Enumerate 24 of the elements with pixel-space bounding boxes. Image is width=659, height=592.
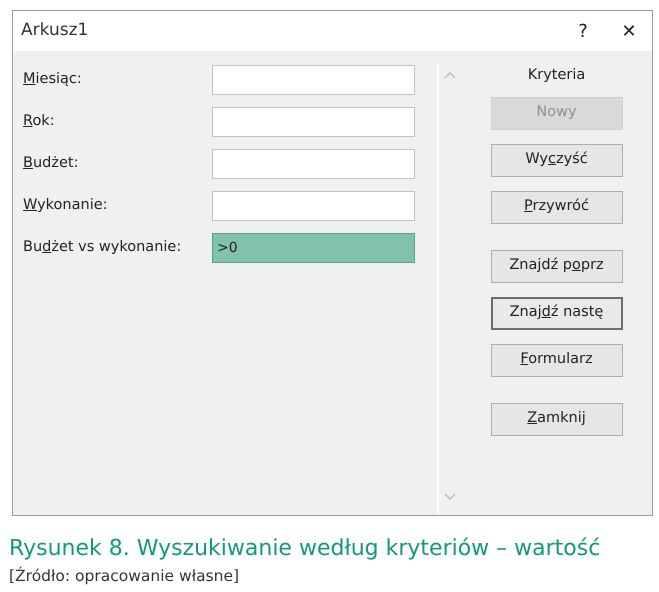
field-label: Budżet: [23, 154, 80, 174]
dialog-button[interactable]: Wyczyść [490, 144, 622, 177]
dialog-button[interactable]: Formularz [490, 344, 622, 377]
input-field[interactable] [212, 107, 415, 137]
field-label: Miesiąc: [23, 70, 83, 90]
dialog-button[interactable]: Przywróć [490, 190, 622, 224]
panel-title: Kryteria [528, 66, 586, 85]
scroll-down-icon[interactable] [444, 493, 456, 501]
field-label: Wykonanie: [23, 196, 109, 216]
dialog-button[interactable]: Znajdź poprz [490, 250, 622, 283]
help-button[interactable]: ? [560, 16, 606, 46]
field-label: Budżet vs wykonanie: [23, 238, 182, 258]
input-field[interactable]: >0 [212, 233, 415, 263]
close-button[interactable]: ✕ [606, 16, 652, 46]
dialog-button[interactable]: Zamknij [490, 402, 622, 436]
figure-caption: Rysunek 8. Wyszukiwanie według kryteriów – wartość [9, 535, 602, 563]
dialog-button[interactable]: Znajdź nastę [490, 296, 622, 330]
input-field[interactable] [212, 191, 415, 221]
source-note: [Źródło: opracowanie własne] [9, 566, 240, 587]
scroll-up-icon[interactable] [444, 71, 456, 79]
input-field[interactable] [212, 65, 415, 95]
window-title: Arkusz1 [21, 19, 90, 42]
field-label: Rok: [23, 112, 56, 132]
input-field[interactable] [212, 149, 415, 179]
